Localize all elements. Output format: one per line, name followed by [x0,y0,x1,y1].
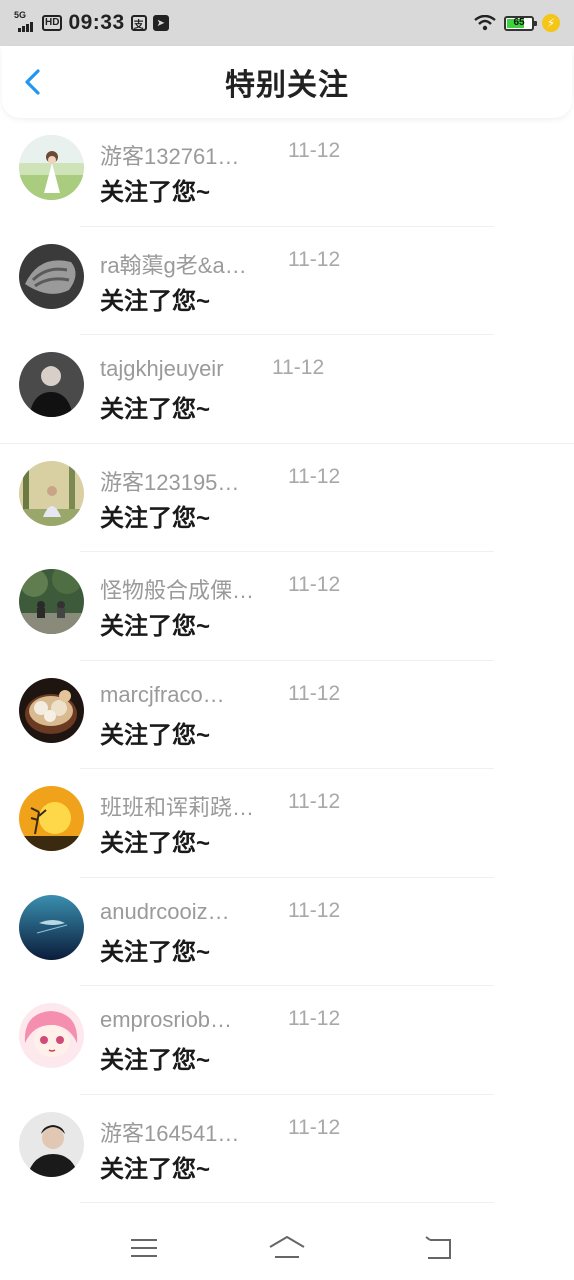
list-item[interactable]: anudrcooiz… 11-12 关注了您~ [0,878,574,986]
item-message: 关注了您~ [100,287,211,315]
item-date: 11-12 [288,1007,341,1030]
item-message: 关注了您~ [100,504,211,532]
item-date: 11-12 [288,1115,341,1139]
item-date: 11-12 [288,247,341,271]
list-item[interactable]: 班班和诨莉跷… 11-12 关注了您~ [0,769,574,878]
header: 特别关注 [2,46,572,118]
avatar[interactable] [19,786,84,851]
item-name: 游客123195… [100,469,240,495]
avatar[interactable] [19,460,84,526]
list-item[interactable]: tajgkhjeuyeir 11-12 关注了您~ [0,335,574,444]
item-message: 关注了您~ [100,396,211,423]
item-name: emprosriob… [100,1007,233,1032]
avatar[interactable] [19,135,84,200]
item-date: 11-12 [288,898,341,922]
item-name: 游客132761… [100,144,240,169]
hd-icon: HD [42,15,63,31]
avatar[interactable] [19,243,84,309]
list-item[interactable]: emprosriob… 11-12 关注了您~ [0,986,574,1095]
home-icon[interactable] [267,1231,307,1265]
item-date: 11-12 [272,356,325,379]
item-date: 11-12 [288,464,341,488]
back-chevron-icon[interactable] [20,68,48,96]
avatar[interactable] [19,1111,84,1177]
item-message: 关注了您~ [100,1155,211,1183]
status-time: 09:33 [68,11,125,34]
item-date: 11-12 [288,790,341,813]
item-name: 怪物般合成傈… [100,578,255,603]
item-name: anudrcooiz… [100,898,230,924]
item-message: 关注了您~ [100,938,211,966]
item-name: 游客164541… [100,1120,240,1146]
list-item[interactable]: 游客164541… 11-12 关注了您~ [0,1095,574,1203]
battery-level: 65 [513,16,525,28]
list-item[interactable]: 怪物般合成傈… 11-12 关注了您~ [0,552,574,661]
list-item[interactable]: 游客132761… 11-12 关注了您~ [0,118,574,227]
item-message: 关注了您~ [100,179,211,206]
back-icon[interactable] [418,1231,458,1265]
list-item[interactable]: marcjfraco… 11-12 关注了您~ [0,661,574,769]
item-message: 关注了您~ [100,721,211,749]
avatar[interactable] [19,894,84,960]
avatar[interactable] [19,352,84,417]
item-name: 班班和诨莉跷… [100,795,255,820]
item-date: 11-12 [288,681,341,705]
system-nav-bar [0,1215,574,1280]
send-notification-icon: ➤ [152,15,169,31]
avatar[interactable] [19,569,84,634]
item-date: 11-12 [288,139,341,162]
charging-icon: ⚡ [542,14,560,32]
item-message: 关注了您~ [100,613,211,640]
item-name: tajgkhjeuyeir [100,356,224,381]
divider [80,1202,494,1203]
battery-icon: 65 [504,15,537,31]
item-date: 11-12 [288,573,341,596]
follow-list: 游客132761… 11-12 关注了您~ ra翰蕖g老&a… 11-12 关注… [0,118,574,1203]
network-type: 5G [14,10,27,20]
item-name: ra翰蕖g老&a… [100,252,247,278]
status-bar-left: 5G HD 09:33 支 ➤ [14,10,169,35]
list-item[interactable]: ra翰蕖g老&a… 11-12 关注了您~ [0,227,574,335]
list-item[interactable]: 游客123195… 11-12 关注了您~ [0,444,574,552]
status-bar: 5G HD 09:33 支 ➤ 65 ⚡ [0,0,574,46]
item-message: 关注了您~ [100,1047,211,1074]
alipay-notification-icon: 支 [130,15,147,31]
avatar[interactable] [19,677,84,743]
wifi-icon [474,15,496,31]
avatar[interactable] [19,1003,84,1068]
page-title: 特别关注 [225,69,349,102]
item-name: marcjfraco… [100,681,225,707]
item-message: 关注了您~ [100,830,211,857]
signal-icon: 5G [14,10,36,34]
menu-icon[interactable] [124,1231,164,1265]
status-bar-right: 65 ⚡ [474,14,560,32]
